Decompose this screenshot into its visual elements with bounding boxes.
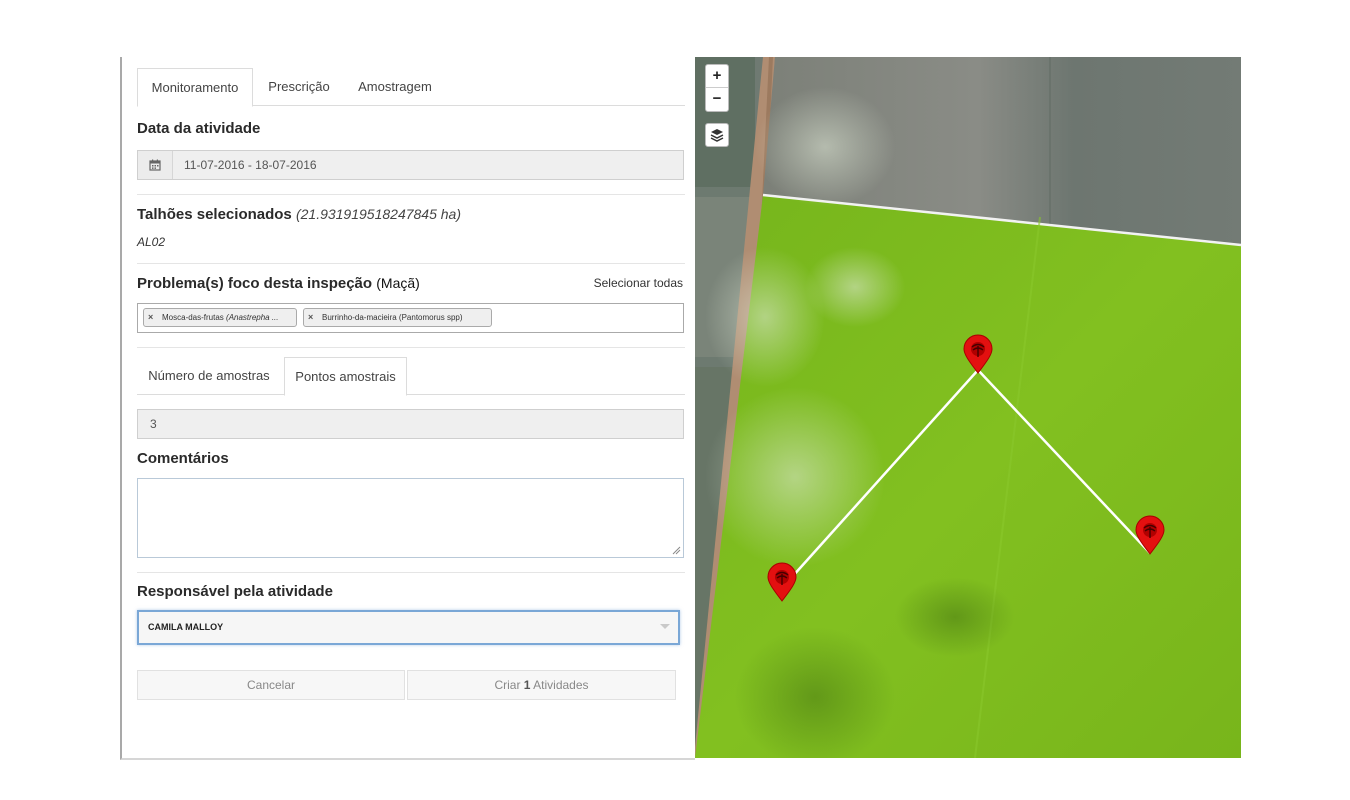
cancel-button[interactable]: Cancelar (137, 670, 405, 700)
main-tabs: Monitoramento Prescrição Amostragem (137, 68, 685, 107)
problem-tag-scientific: (Anastrepha ... (226, 313, 279, 322)
zoom-out-button[interactable]: − (706, 88, 728, 111)
sample-point-marker-icon[interactable] (962, 334, 994, 374)
divider (137, 347, 685, 348)
problem-tag[interactable]: × Burrinho-da-macieira (Pantomorus spp) (303, 308, 492, 327)
problems-crop: (Maçã) (376, 275, 420, 291)
tab-numero-amostras[interactable]: Número de amostras (137, 357, 281, 395)
select-all-link[interactable]: Selecionar todas (594, 276, 683, 290)
layers-button[interactable] (705, 123, 729, 147)
problem-tag-name: Mosca-das-frutas (162, 313, 224, 322)
tab-prescricao[interactable]: Prescrição (255, 68, 343, 106)
zoom-controls: + − (705, 64, 729, 112)
problems-title: Problema(s) foco desta inspeção (Maçã) (137, 275, 420, 292)
chevron-down-icon (660, 624, 670, 629)
sample-count-field[interactable]: 3 (137, 409, 684, 439)
responsible-value: CAMILA MALLOY (148, 622, 224, 632)
divider (137, 194, 685, 195)
tab-pontos-amostrais[interactable]: Pontos amostrais (284, 357, 407, 396)
comments-textarea[interactable] (137, 478, 684, 558)
selected-plots-title: Talhões selecionados (21.931919518247845… (137, 206, 461, 223)
sample-point-marker-icon[interactable] (766, 562, 798, 602)
create-button-prefix: Criar (494, 678, 521, 692)
layers-icon (710, 129, 724, 142)
problems-multiselect[interactable]: × Mosca-das-frutas (Anastrepha ... × Bur… (137, 303, 684, 333)
activity-date-title: Data da atividade (137, 120, 261, 137)
problem-tag-name: Burrinho-da-macieira (Pantomorus spp) (322, 313, 463, 322)
activity-form: Monitoramento Prescrição Amostragem Data… (120, 57, 695, 760)
sample-tabs: Número de amostras Pontos amostrais (137, 357, 685, 396)
responsible-title: Responsável pela atividade (137, 583, 333, 600)
satellite-imagery (695, 57, 1241, 758)
zoom-in-button[interactable]: + (706, 65, 728, 88)
create-button-suffix: Atividades (533, 678, 589, 692)
map-view[interactable]: + − (695, 57, 1241, 758)
selected-plots-list: AL02 (137, 235, 166, 249)
tab-amostragem[interactable]: Amostragem (347, 68, 443, 106)
create-button-count: 1 (523, 678, 531, 692)
sample-point-marker-icon[interactable] (1134, 515, 1166, 555)
resize-grip-icon[interactable] (671, 545, 681, 555)
divider (137, 263, 685, 264)
remove-tag-icon[interactable]: × (308, 309, 313, 326)
remove-tag-icon[interactable]: × (148, 309, 153, 326)
problems-label: Problema(s) foco desta inspeção (137, 275, 373, 292)
comments-title: Comentários (137, 450, 229, 467)
tab-monitoramento[interactable]: Monitoramento (137, 68, 253, 107)
activity-date-value: 11-07-2016 - 18-07-2016 (184, 158, 317, 172)
divider (137, 572, 685, 573)
problem-tag[interactable]: × Mosca-das-frutas (Anastrepha ... (143, 308, 297, 327)
responsible-select[interactable]: CAMILA MALLOY (137, 610, 680, 645)
selected-plots-label: Talhões selecionados (137, 206, 292, 223)
selected-plots-area: (21.931919518247845 ha) (295, 206, 461, 222)
calendar-icon (138, 151, 173, 179)
activity-date-field[interactable]: 11-07-2016 - 18-07-2016 (137, 150, 684, 180)
create-activities-button[interactable]: Criar 1 Atividades (407, 670, 676, 700)
